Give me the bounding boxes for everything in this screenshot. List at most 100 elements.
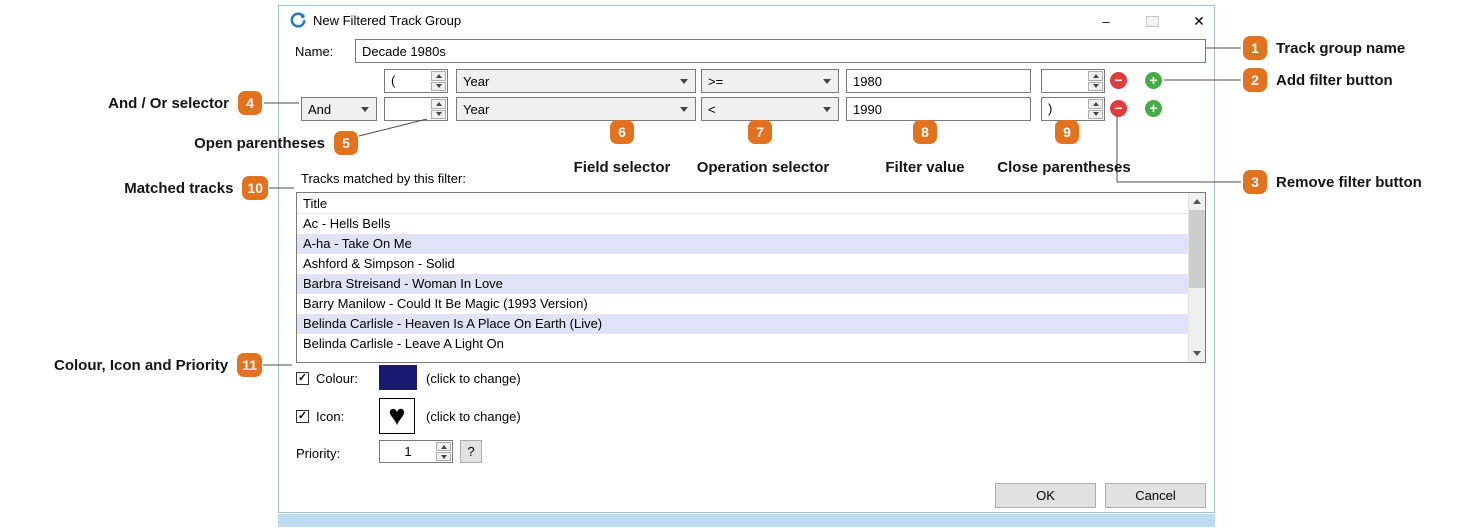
remove-filter-button-2[interactable]: − xyxy=(1110,100,1127,117)
window-shadow-strip xyxy=(278,514,1215,527)
spinner-up-icon[interactable] xyxy=(431,71,446,81)
annotation-11: Colour, Icon and Priority 11 xyxy=(0,353,262,377)
annotation-label: Remove filter button xyxy=(1276,173,1422,191)
check-icon: ✓ xyxy=(297,409,308,422)
matched-tracks-list[interactable]: Title Ac - Hells Bells A-ha - Take On Me… xyxy=(296,192,1206,363)
field-selector-value-1: Year xyxy=(463,73,490,89)
annotation-badge: 10 xyxy=(242,176,268,200)
and-or-value-2: And xyxy=(308,101,332,117)
matched-tracks-label: Tracks matched by this filter: xyxy=(301,171,466,186)
and-or-selector-2[interactable]: And xyxy=(301,97,377,121)
spinner-down-icon[interactable] xyxy=(436,452,451,461)
colour-label: Colour: xyxy=(316,371,358,386)
chevron-down-icon xyxy=(823,106,831,112)
colour-swatch[interactable] xyxy=(379,365,417,390)
spinner-3 xyxy=(431,98,447,120)
vertical-scrollbar[interactable] xyxy=(1188,193,1205,362)
open-paren-spinner-1[interactable]: ( xyxy=(384,69,448,93)
annotation-badge: 1 xyxy=(1243,36,1267,60)
maximize-button[interactable] xyxy=(1137,6,1167,36)
spinner-down-icon[interactable] xyxy=(431,109,446,119)
spinner-up-icon[interactable] xyxy=(1088,71,1103,81)
track-row[interactable]: Belinda Carlisle - Leave A Light On xyxy=(297,334,1188,354)
remove-filter-button-1[interactable]: − xyxy=(1110,72,1127,89)
track-row[interactable]: Ac - Hells Bells xyxy=(297,214,1188,234)
annotation-label: Track group name xyxy=(1276,39,1406,57)
window-title: New Filtered Track Group xyxy=(313,13,462,28)
add-filter-button-2[interactable]: + xyxy=(1145,100,1162,117)
list-items: Ac - Hells Bells A-ha - Take On Me Ashfo… xyxy=(297,214,1188,362)
icon-label: Icon: xyxy=(316,409,345,424)
list-column-header-title[interactable]: Title xyxy=(297,193,1188,214)
close-paren-spinner-1[interactable] xyxy=(1041,69,1105,93)
icon-checkbox[interactable]: ✓ xyxy=(296,410,309,423)
filter-value-1: 1980 xyxy=(853,73,882,89)
operation-selector-1[interactable]: >= xyxy=(701,69,839,93)
close-paren-value-2: ) xyxy=(1048,101,1053,116)
spinner-1 xyxy=(431,70,447,92)
spinner-down-icon[interactable] xyxy=(1088,109,1103,119)
name-input[interactable]: Decade 1980s xyxy=(355,39,1206,63)
close-paren-value-1 xyxy=(1042,70,1088,92)
spinner-down-icon[interactable] xyxy=(1088,81,1103,91)
track-row[interactable]: Barbra Streisand - Woman In Love xyxy=(297,274,1188,294)
scroll-thumb[interactable] xyxy=(1189,210,1205,288)
chevron-down-icon xyxy=(823,78,831,84)
chevron-down-icon xyxy=(680,78,688,84)
name-label: Name: xyxy=(295,44,334,59)
spinner-5 xyxy=(436,441,452,462)
operation-selector-2[interactable]: < xyxy=(701,97,839,121)
priority-help-button[interactable]: ? xyxy=(460,440,482,463)
filter-value-input-1[interactable]: 1980 xyxy=(846,69,1031,93)
annotation-badge: 3 xyxy=(1243,170,1267,194)
plus-icon: + xyxy=(1149,100,1158,116)
spinner-up-icon[interactable] xyxy=(1088,99,1103,109)
annotation-badge-9: 9 xyxy=(1055,120,1079,144)
spinner-2 xyxy=(1088,70,1104,92)
close-paren-spinner-2[interactable]: ) xyxy=(1041,97,1105,121)
spinner-up-icon[interactable] xyxy=(436,442,451,451)
annotation-label: Add filter button xyxy=(1276,71,1393,89)
annotation-2: 2 Add filter button xyxy=(1243,68,1393,92)
chevron-down-icon xyxy=(361,106,369,112)
annotation-3: 3 Remove filter button xyxy=(1243,170,1422,194)
track-row[interactable]: Belinda Carlisle - Heaven Is A Place On … xyxy=(297,314,1188,334)
annotation-badge-7: 7 xyxy=(748,120,772,144)
annotation-label: Matched tracks xyxy=(124,179,234,197)
screenshot-canvas: New Filtered Track Group – ✕ Name: Decad… xyxy=(0,0,1461,530)
filter-value-2: 1990 xyxy=(853,101,882,117)
check-icon: ✓ xyxy=(297,371,308,384)
chevron-down-icon xyxy=(680,106,688,112)
track-row[interactable]: Ashford & Simpson - Solid xyxy=(297,254,1188,274)
spinner-down-icon[interactable] xyxy=(431,81,446,91)
open-paren-spinner-2[interactable] xyxy=(384,97,448,121)
track-row[interactable]: Barry Manilow - Could It Be Magic (1993 … xyxy=(297,294,1188,314)
scroll-up-icon[interactable] xyxy=(1189,193,1205,210)
annotation-label: Colour, Icon and Priority xyxy=(54,356,229,374)
ok-button[interactable]: OK xyxy=(995,483,1096,508)
annotation-badge: 5 xyxy=(334,131,358,155)
priority-value: 1 xyxy=(404,444,412,459)
colour-click-hint: (click to change) xyxy=(426,371,521,386)
colour-checkbox[interactable]: ✓ xyxy=(296,372,309,385)
annotation-badge: 11 xyxy=(237,353,262,377)
field-selector-2[interactable]: Year xyxy=(456,97,696,121)
track-row[interactable]: A-ha - Take On Me xyxy=(297,234,1188,254)
annotation-1: 1 Track group name xyxy=(1243,36,1405,60)
operation-selector-value-1: >= xyxy=(708,73,724,89)
annotation-10: Matched tracks 10 xyxy=(0,176,268,200)
priority-input[interactable]: 1 xyxy=(379,440,453,463)
operation-selector-value-2: < xyxy=(708,101,716,117)
close-button[interactable]: ✕ xyxy=(1184,6,1214,36)
minimize-button[interactable]: – xyxy=(1091,6,1121,36)
cancel-button[interactable]: Cancel xyxy=(1105,483,1206,508)
filter-value-input-2[interactable]: 1990 xyxy=(846,97,1031,121)
maximize-icon xyxy=(1145,15,1159,27)
field-selector-1[interactable]: Year xyxy=(456,69,696,93)
add-filter-button-1[interactable]: + xyxy=(1145,72,1162,89)
annotation-badge: 4 xyxy=(238,91,262,115)
spinner-up-icon[interactable] xyxy=(431,99,446,109)
minus-icon: − xyxy=(1114,100,1123,116)
icon-preview[interactable]: ♥ xyxy=(379,398,415,434)
scroll-down-icon[interactable] xyxy=(1189,345,1205,362)
